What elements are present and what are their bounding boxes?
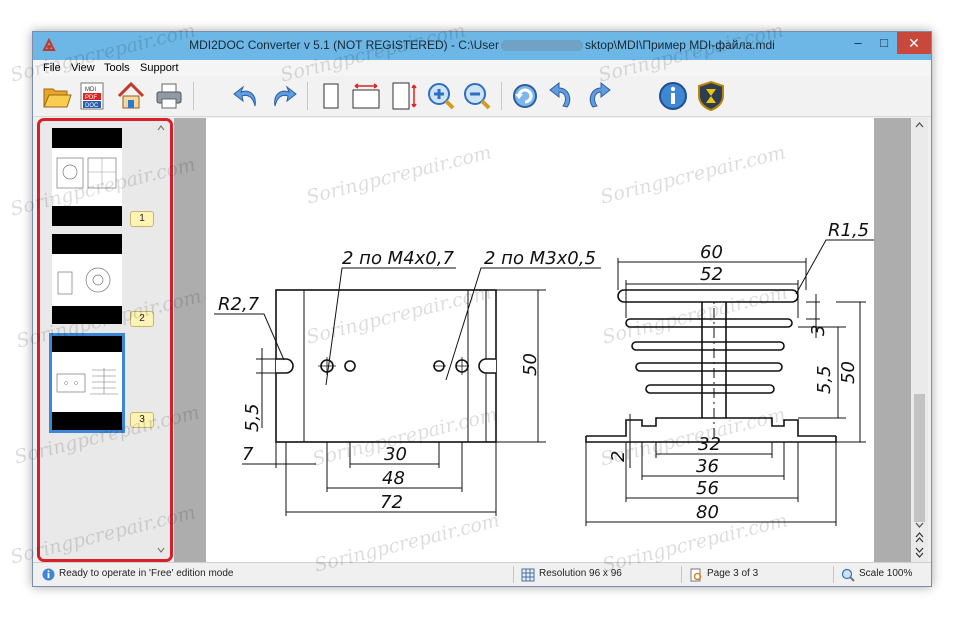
svg-text:MDI: MDI (85, 87, 96, 93)
rotate-right-icon[interactable] (583, 80, 615, 112)
thumbnail-drawing (56, 157, 117, 189)
viewer-scrollbar[interactable] (911, 118, 928, 562)
dim-right-60: 60 (700, 242, 723, 263)
thumbnail-black-band (52, 336, 122, 352)
thumbnail-page-1[interactable] (52, 128, 122, 226)
open-folder-icon[interactable] (41, 80, 73, 112)
title-bar: MDI2DOC Converter v 5.1 (NOT REGISTERED)… (33, 32, 931, 60)
window-title-left: MDI2DOC Converter v 5.1 (NOT REGISTERED)… (189, 38, 499, 52)
right-view: R1,5 60 52 3 5,5 50 2 32 36 56 80 (585, 220, 876, 526)
dim-left-48: 48 (382, 468, 405, 489)
page-icon (690, 568, 702, 582)
thumbnail-page-3[interactable] (49, 333, 125, 433)
page-number-badge: 3 (130, 412, 154, 428)
dim-right-52: 52 (700, 264, 723, 285)
menu-tools[interactable]: Tools (104, 62, 130, 74)
scrollbar-thumb[interactable] (914, 394, 925, 522)
fit-page-icon[interactable] (315, 80, 347, 112)
menu-view[interactable]: View (71, 62, 95, 74)
thumbnail-black-band (52, 412, 122, 430)
svg-text:DOC: DOC (85, 103, 99, 109)
thumbnail-black-band (52, 234, 122, 254)
label-m3: 2 по М3х0,5 (484, 248, 596, 269)
thumbnail-drawing (56, 368, 118, 395)
dim-left-72: 72 (380, 492, 403, 513)
status-ready: Ready to operate in 'Free' edition mode (59, 568, 234, 579)
scale-zoom-icon (841, 568, 855, 582)
dim-left-50: 50 (520, 353, 541, 376)
label-r15: R1,5 (828, 220, 869, 241)
toolbar-separator (307, 82, 308, 110)
convert-to-house-icon[interactable] (115, 80, 147, 112)
label-m4: 2 по М4х0,7 (342, 248, 454, 269)
status-scale: Scale 100% (859, 568, 913, 579)
status-separator (513, 566, 514, 583)
resolution-grid-icon (521, 568, 535, 582)
fit-height-icon[interactable] (387, 80, 419, 112)
zoom-out-icon[interactable] (461, 80, 493, 112)
dim-left-30: 30 (384, 444, 407, 465)
document-viewer: R2,7 2 по М4х0,7 2 по М3х0,5 50 5,5 7 30… (174, 118, 928, 562)
menu-support[interactable]: Support (140, 62, 179, 74)
thumbnail-black-band (52, 306, 122, 324)
close-button[interactable]: ✕ (897, 32, 931, 54)
thumbnail-panel: 1 2 3 (37, 118, 173, 562)
rotate-icon[interactable] (509, 80, 541, 112)
dim-right-50: 50 (838, 361, 859, 384)
thumbnail-scrollbar[interactable] (155, 124, 167, 554)
dim-right-2: 2 (608, 451, 629, 462)
status-resolution: Resolution 96 x 96 (539, 568, 622, 579)
status-page: Page 3 of 3 (707, 568, 759, 579)
dim-left-7: 7 (242, 444, 254, 465)
status-separator (833, 566, 834, 583)
minimize-button[interactable]: – (845, 32, 871, 54)
fit-width-icon[interactable] (350, 80, 382, 112)
blurred-path-mask (500, 40, 583, 52)
maximize-button[interactable]: □ (871, 32, 897, 54)
print-icon[interactable] (153, 80, 185, 112)
status-bar: Ready to operate in 'Free' edition mode … (33, 562, 931, 586)
zoom-in-icon[interactable] (425, 80, 457, 112)
dim-right-32: 32 (698, 434, 721, 455)
info-status-icon (42, 568, 55, 581)
undo-icon[interactable] (231, 80, 263, 112)
window-title: MDI2DOC Converter v 5.1 (NOT REGISTERED)… (33, 38, 931, 52)
toolbar-separator (193, 82, 194, 110)
technical-drawing: R2,7 2 по М4х0,7 2 по М3х0,5 50 5,5 7 30… (214, 220, 876, 526)
hourglass-shield-icon[interactable] (695, 80, 727, 112)
menu-file[interactable]: File (43, 62, 61, 74)
label-r27: R2,7 (218, 294, 260, 315)
rotate-left-icon[interactable] (545, 80, 577, 112)
mdi-pdf-doc-icon[interactable]: MDI PDF DOC (77, 80, 109, 112)
dim-right-55: 5,5 (814, 365, 835, 394)
page-down-icon[interactable] (915, 547, 924, 558)
dim-right-80: 80 (696, 502, 719, 523)
thumbnail-page-2[interactable] (52, 234, 122, 324)
page-number-badge: 1 (130, 211, 154, 227)
toolbar: MDI PDF DOC (33, 76, 931, 117)
svg-text:PDF: PDF (85, 95, 97, 101)
page-number-badge: 2 (130, 311, 154, 327)
window-title-right: sktop\MDI\Пример MDI-файла.mdi (584, 38, 775, 52)
dim-right-56: 56 (696, 478, 719, 499)
thumbnail-black-band (52, 128, 122, 148)
dim-right-3: 3 (808, 325, 829, 336)
status-separator (681, 566, 682, 583)
app-window: MDI2DOC Converter v 5.1 (NOT REGISTERED)… (32, 31, 932, 587)
dim-left-55: 5,5 (242, 403, 263, 432)
menu-bar: File View Tools Support (33, 60, 931, 76)
thumbnail-black-band (52, 206, 122, 226)
info-icon[interactable] (657, 80, 689, 112)
toolbar-separator (501, 82, 502, 110)
document-page: R2,7 2 по М4х0,7 2 по М3х0,5 50 5,5 7 30… (206, 118, 876, 562)
dim-right-36: 36 (696, 456, 719, 477)
thumbnail-drawing (57, 267, 111, 295)
page-up-icon[interactable] (915, 532, 924, 543)
left-view: R2,7 2 по М4х0,7 2 по М3х0,5 50 5,5 7 30… (214, 248, 601, 516)
redo-icon[interactable] (267, 80, 299, 112)
